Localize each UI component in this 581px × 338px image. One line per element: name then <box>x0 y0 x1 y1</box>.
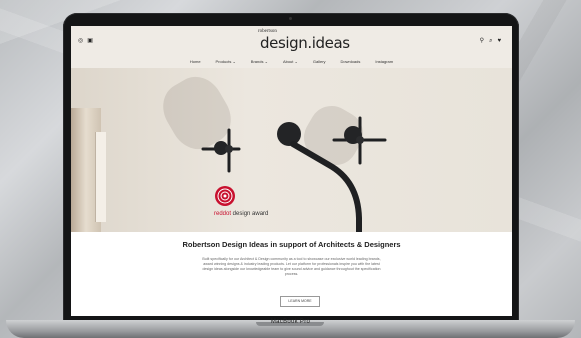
learn-more-button[interactable]: LEARN MORE <box>280 296 320 307</box>
heart-icon[interactable]: ♥ <box>497 38 501 44</box>
user-icon[interactable]: ⚲ <box>480 38 484 44</box>
tap-illustration <box>201 116 387 232</box>
section-title: Robertson Design Ideas in support of Arc… <box>182 240 401 249</box>
hero-banner: reddot design award <box>71 68 512 232</box>
nav-gallery[interactable]: Gallery <box>313 59 326 64</box>
award-red: red <box>214 211 223 217</box>
intro-section: Robertson Design Ideas in support of Arc… <box>71 232 512 316</box>
nav-about[interactable]: About ⌄ <box>283 59 298 64</box>
laptop-screen: ◎ ▣ robertson design.ideas ⚲ ⌕ ♥ Home Pr… <box>71 26 512 316</box>
social-icons: ◎ ▣ <box>78 38 93 44</box>
nav-instagram[interactable]: Instagram <box>375 59 393 64</box>
award-caption: reddot design award <box>214 211 268 217</box>
reddot-badge-icon <box>215 186 235 206</box>
site-header: ◎ ▣ robertson design.ideas ⚲ ⌕ ♥ Home Pr… <box>71 26 512 68</box>
camera-dot <box>289 17 292 20</box>
logo-design-ideas[interactable]: design.ideas <box>260 34 350 52</box>
nav-products[interactable]: Products ⌄ <box>216 59 236 64</box>
section-description: Built specifically for our Architect & D… <box>202 257 381 276</box>
award-rest: design award <box>231 211 269 217</box>
instagram-icon[interactable]: ◎ <box>78 38 83 44</box>
main-nav: Home Products ⌄ Brands ⌄ About ⌄ Gallery… <box>71 59 512 64</box>
nav-home[interactable]: Home <box>190 59 201 64</box>
search-icon[interactable]: ⌕ <box>489 38 492 44</box>
nav-downloads[interactable]: Downloads <box>341 59 361 64</box>
youtube-icon[interactable]: ▣ <box>87 38 93 44</box>
account-icons: ⚲ ⌕ ♥ <box>480 38 501 44</box>
model-label: MacBook Pro <box>270 319 311 325</box>
award-dot: dot <box>222 211 232 217</box>
nav-brands[interactable]: Brands ⌄ <box>251 59 268 64</box>
